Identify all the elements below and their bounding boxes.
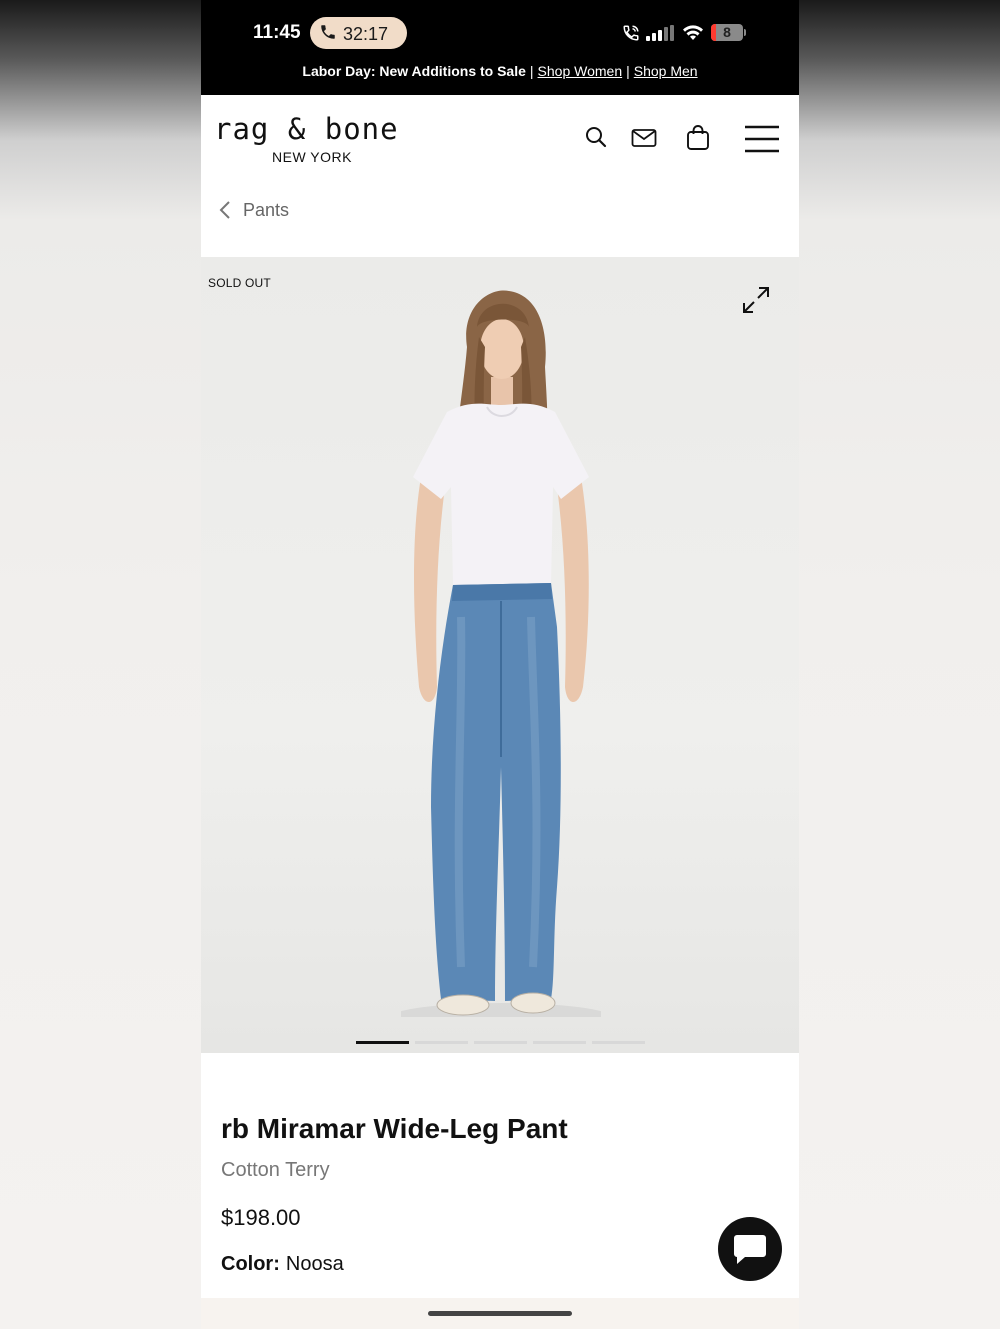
product-photo-model xyxy=(401,290,601,1017)
signal-icon xyxy=(646,25,674,41)
expand-icon[interactable] xyxy=(741,285,771,315)
home-indicator[interactable] xyxy=(428,1311,572,1316)
chat-button[interactable] xyxy=(718,1217,782,1281)
promo-separator: | xyxy=(529,63,534,79)
battery-tip xyxy=(744,29,746,36)
site-header: rag & bone NEW YORK xyxy=(201,95,799,185)
gallery-dot[interactable] xyxy=(415,1041,468,1044)
product-info: rb Miramar Wide-Leg Pant Cotton Terry $1… xyxy=(201,1053,799,1329)
product-color: Color: Noosa xyxy=(221,1253,344,1276)
product-material: Cotton Terry xyxy=(221,1159,330,1181)
breadcrumb-label: Pants xyxy=(243,200,290,220)
menu-icon[interactable] xyxy=(744,125,780,153)
search-icon[interactable] xyxy=(584,125,608,149)
shop-men-link[interactable]: Shop Men xyxy=(634,63,698,79)
promo-banner: Labor Day: New Additions to Sale | Shop Wo… xyxy=(201,58,799,95)
logo-subtitle: NEW YORK xyxy=(272,149,352,165)
shop-women-link[interactable]: Shop Women xyxy=(538,63,623,79)
promo-separator: | xyxy=(626,63,630,79)
chevron-left-icon xyxy=(219,201,230,219)
battery-icon: 8 xyxy=(711,24,743,41)
bag-icon[interactable] xyxy=(686,125,710,151)
status-bar: 11:45 32:17 8 xyxy=(201,0,799,60)
color-value: Noosa xyxy=(285,1253,344,1275)
product-price: $198.00 xyxy=(221,1205,301,1230)
chat-bubble-icon xyxy=(734,1235,766,1264)
gallery-dot[interactable] xyxy=(356,1041,409,1044)
status-time: 11:45 xyxy=(253,22,301,43)
product-image-gallery[interactable]: SOLD OUT xyxy=(201,257,799,1053)
wifi-icon xyxy=(683,25,703,40)
product-name: rb Miramar Wide-Leg Pant xyxy=(221,1113,568,1144)
active-call-pill[interactable]: 32:17 xyxy=(310,17,407,49)
sold-out-badge: SOLD OUT xyxy=(208,276,271,290)
color-label: Color: xyxy=(221,1253,280,1275)
phone-icon xyxy=(321,25,335,39)
battery-level: 8 xyxy=(723,24,731,40)
gallery-dot[interactable] xyxy=(592,1041,645,1044)
phone-screen: 11:45 32:17 8 Labor Day: New Additions t… xyxy=(201,0,799,1329)
mail-icon[interactable] xyxy=(631,128,657,148)
promo-text: Labor Day: New Additions to Sale xyxy=(302,63,526,79)
gallery-dot[interactable] xyxy=(474,1041,527,1044)
gallery-dot[interactable] xyxy=(533,1041,586,1044)
logo-wordmark: rag & bone xyxy=(214,112,399,146)
call-duration: 32:17 xyxy=(343,24,389,44)
wifi-calling-icon xyxy=(623,25,639,41)
